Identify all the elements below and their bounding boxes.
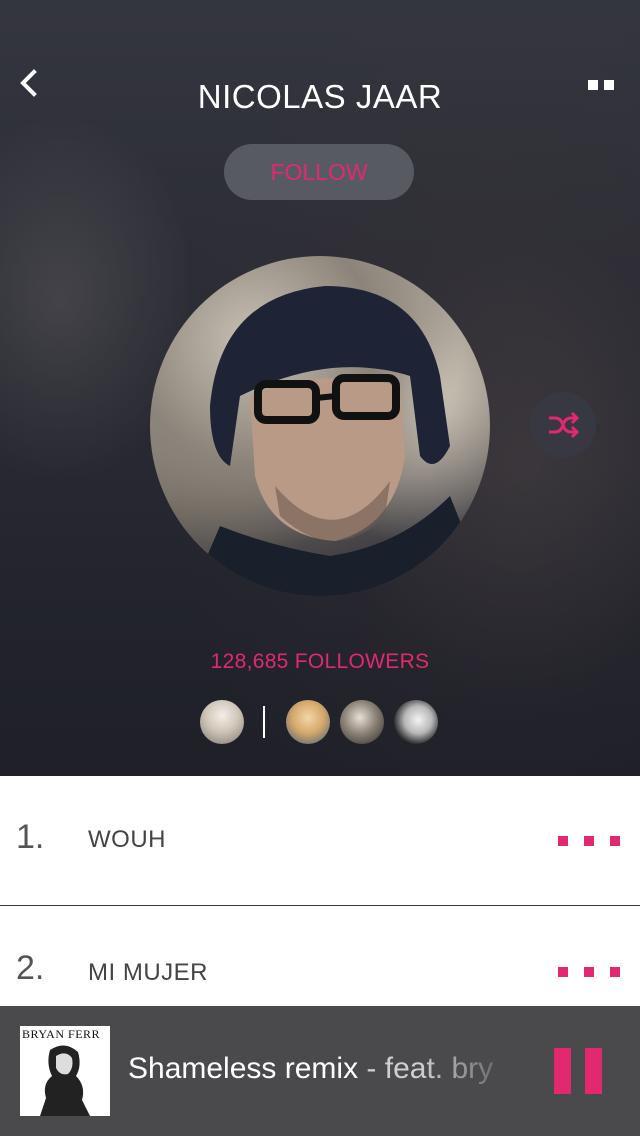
pause-button[interactable] xyxy=(554,1048,602,1094)
follower-avatar[interactable] xyxy=(286,700,330,744)
follower-avatar[interactable] xyxy=(394,700,438,744)
album-art[interactable]: BRYAN FERR xyxy=(20,1026,110,1116)
shuffle-button[interactable] xyxy=(530,392,596,458)
track-number: 1. xyxy=(16,818,45,856)
follower-avatar[interactable] xyxy=(200,700,244,744)
track-number: 2. xyxy=(16,949,45,987)
track-row[interactable]: 1. WOUH xyxy=(0,776,640,906)
track-title: WOUH xyxy=(88,826,166,853)
track-title: MI MUJER xyxy=(88,959,208,986)
artist-hero: NICOLAS JAAR FOLLOW 128,685 FOLLOWERS xyxy=(0,0,640,776)
follow-button[interactable]: FOLLOW xyxy=(224,144,414,200)
pause-icon xyxy=(554,1048,571,1094)
follower-avatar[interactable] xyxy=(340,700,384,744)
more-options-icon[interactable] xyxy=(558,836,620,846)
more-options-icon[interactable] xyxy=(558,967,620,977)
follower-avatars xyxy=(0,700,640,746)
track-row[interactable]: 2. MI MUJER xyxy=(0,907,640,1007)
shuffle-icon xyxy=(549,411,579,439)
artist-name: NICOLAS JAAR xyxy=(197,78,443,115)
song-title: Shameless remix xyxy=(128,1052,359,1085)
artist-avatar xyxy=(150,256,490,596)
now-playing-title: Shameless remix - feat. bry xyxy=(128,1052,518,1086)
pause-icon-bar xyxy=(585,1048,602,1094)
now-playing-bar[interactable]: BRYAN FERR Shameless remix - feat. bry xyxy=(0,1006,640,1136)
song-featuring: - feat. bry xyxy=(358,1052,494,1085)
divider xyxy=(263,706,265,738)
followers-count: 128,685 FOLLOWERS xyxy=(210,650,430,673)
